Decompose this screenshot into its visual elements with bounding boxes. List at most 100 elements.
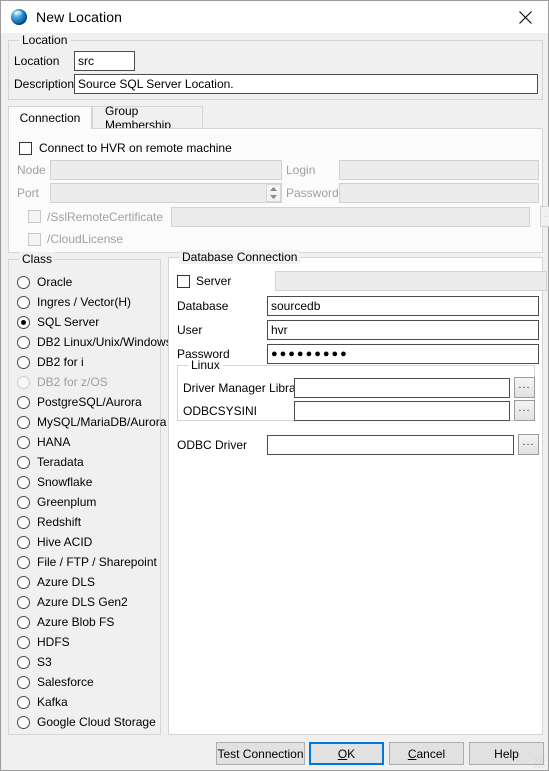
class-item-ingres-vector[interactable]: Ingres / Vector(H) [17, 292, 156, 312]
class-item-salesforce[interactable]: Salesforce [17, 672, 156, 692]
server-label: Server [196, 274, 232, 288]
radio-icon[interactable] [17, 335, 30, 349]
tab-group-membership[interactable]: Group Membership [92, 104, 203, 132]
radio-icon[interactable] [17, 315, 30, 329]
test-connection-button[interactable]: Test Connection [216, 742, 305, 765]
radio-icon[interactable] [17, 535, 30, 549]
new-location-dialog: New Location Location Location Descripti… [0, 0, 549, 771]
class-item-label: MySQL/MariaDB/Aurora [37, 415, 167, 429]
radio-icon[interactable] [17, 655, 30, 669]
radio-icon[interactable] [17, 575, 30, 589]
class-item-label: Greenplum [37, 495, 97, 509]
radio-icon[interactable] [17, 635, 30, 649]
class-item-google-cloud-storage[interactable]: Google Cloud Storage [17, 712, 156, 732]
radio-icon[interactable] [17, 355, 30, 369]
database-input[interactable] [267, 296, 539, 316]
radio-icon[interactable] [17, 495, 30, 509]
radio-icon[interactable] [17, 675, 30, 689]
radio-icon[interactable] [17, 455, 30, 469]
connect-remote-checkbox[interactable] [19, 141, 32, 155]
tab-connection[interactable]: Connection [8, 106, 92, 129]
class-item-oracle[interactable]: Oracle [17, 272, 156, 292]
odbcsysini-browse-button[interactable]: ... [514, 400, 535, 421]
class-item-greenplum[interactable]: Greenplum [17, 492, 156, 512]
radio-icon[interactable] [17, 595, 30, 609]
driver-manager-library-input[interactable] [294, 377, 510, 398]
remote-password-input[interactable] [339, 183, 539, 203]
linux-group-legend: Linux [188, 358, 223, 372]
help-button[interactable]: Help [469, 742, 544, 765]
login-label: Login [286, 163, 316, 177]
class-item-postgresql-aurora[interactable]: PostgreSQL/Aurora [17, 392, 156, 412]
login-input[interactable] [339, 160, 539, 180]
odbc-driver-browse-button[interactable]: ... [518, 434, 539, 455]
ok-button[interactable]: OK [309, 742, 384, 765]
odbc-driver-input[interactable] [267, 434, 514, 455]
radio-icon[interactable] [17, 415, 30, 429]
server-input[interactable] [275, 271, 547, 291]
port-input[interactable] [50, 183, 282, 203]
ok-mnemonic: O [337, 746, 348, 761]
driver-manager-library-browse-button[interactable]: ... [514, 377, 535, 398]
odbcsysini-label: ODBCSYSINI [183, 403, 258, 418]
class-item-redshift[interactable]: Redshift [17, 512, 156, 532]
dialog-button-bar: Test Connection OK Cancel Help [1, 734, 548, 770]
port-spinner[interactable] [266, 184, 281, 202]
odbcsysini-input[interactable] [294, 400, 510, 421]
class-item-azure-blob-fs[interactable]: Azure Blob FS [17, 612, 156, 632]
database-label: Database [177, 299, 229, 313]
node-input[interactable] [50, 160, 282, 180]
cancel-label: ancel [416, 746, 446, 761]
radio-icon [17, 375, 30, 389]
class-item-hdfs[interactable]: HDFS [17, 632, 156, 652]
ssl-remote-certificate-browse-button[interactable]: ... [540, 206, 549, 227]
class-item-snowflake[interactable]: Snowflake [17, 472, 156, 492]
db-password-input[interactable]: ●●●●●●●●● [267, 344, 539, 364]
class-item-s3[interactable]: S3 [17, 652, 156, 672]
close-icon[interactable] [502, 1, 548, 33]
location-groupbox: Location Location Description [8, 33, 543, 100]
location-input[interactable] [74, 51, 135, 71]
odbc-driver-label: ODBC Driver [177, 437, 248, 452]
class-item-azure-dls-gen2[interactable]: Azure DLS Gen2 [17, 592, 156, 612]
ssl-remote-certificate-input[interactable] [171, 206, 530, 227]
radio-icon[interactable] [17, 395, 30, 409]
globe-icon [11, 9, 27, 25]
class-item-hana[interactable]: HANA [17, 432, 156, 452]
class-item-label: DB2 Linux/Unix/Windows [37, 335, 172, 349]
class-item-label: Snowflake [37, 475, 93, 489]
class-item-kafka[interactable]: Kafka [17, 692, 156, 712]
server-checkbox[interactable] [177, 274, 190, 288]
class-item-file-ftp-sharepoint[interactable]: File / FTP / Sharepoint [17, 552, 157, 572]
cancel-button[interactable]: Cancel [389, 742, 464, 765]
radio-icon[interactable] [17, 715, 30, 729]
radio-icon[interactable] [17, 695, 30, 709]
class-item-teradata[interactable]: Teradata [17, 452, 156, 472]
class-item-label: S3 [37, 655, 52, 669]
class-item-label: Google Cloud Storage [37, 715, 156, 729]
radio-icon[interactable] [17, 275, 30, 289]
ssl-browse-ellipsis: ... [544, 208, 549, 220]
user-input[interactable] [267, 320, 539, 340]
radio-icon[interactable] [17, 515, 30, 529]
class-item-hive-acid[interactable]: Hive ACID [17, 532, 156, 552]
description-input[interactable] [74, 74, 538, 94]
class-item-mysql-mariadb-aurora[interactable]: MySQL/MariaDB/Aurora [17, 412, 166, 432]
radio-icon[interactable] [17, 615, 30, 629]
class-item-sql-server[interactable]: SQL Server [17, 312, 156, 332]
radio-icon[interactable] [17, 475, 30, 489]
radio-icon[interactable] [17, 295, 30, 309]
odbcsysini-browse-ellipsis: ... [518, 402, 531, 414]
class-item-azure-dls[interactable]: Azure DLS [17, 572, 156, 592]
class-item-label: Salesforce [37, 675, 94, 689]
ssl-remote-certificate-checkbox[interactable] [28, 210, 41, 223]
radio-icon[interactable] [17, 555, 30, 569]
radio-icon[interactable] [17, 435, 30, 449]
resize-grip-icon[interactable] [534, 756, 546, 768]
class-item-db2-for-i[interactable]: DB2 for i [17, 352, 156, 372]
cloud-license-checkbox[interactable] [28, 232, 41, 246]
class-item-label: Azure Blob FS [37, 615, 115, 629]
class-item-label: Azure DLS Gen2 [37, 595, 128, 609]
node-label: Node [17, 163, 46, 177]
class-item-db2-luw[interactable]: DB2 Linux/Unix/Windows [17, 332, 172, 352]
